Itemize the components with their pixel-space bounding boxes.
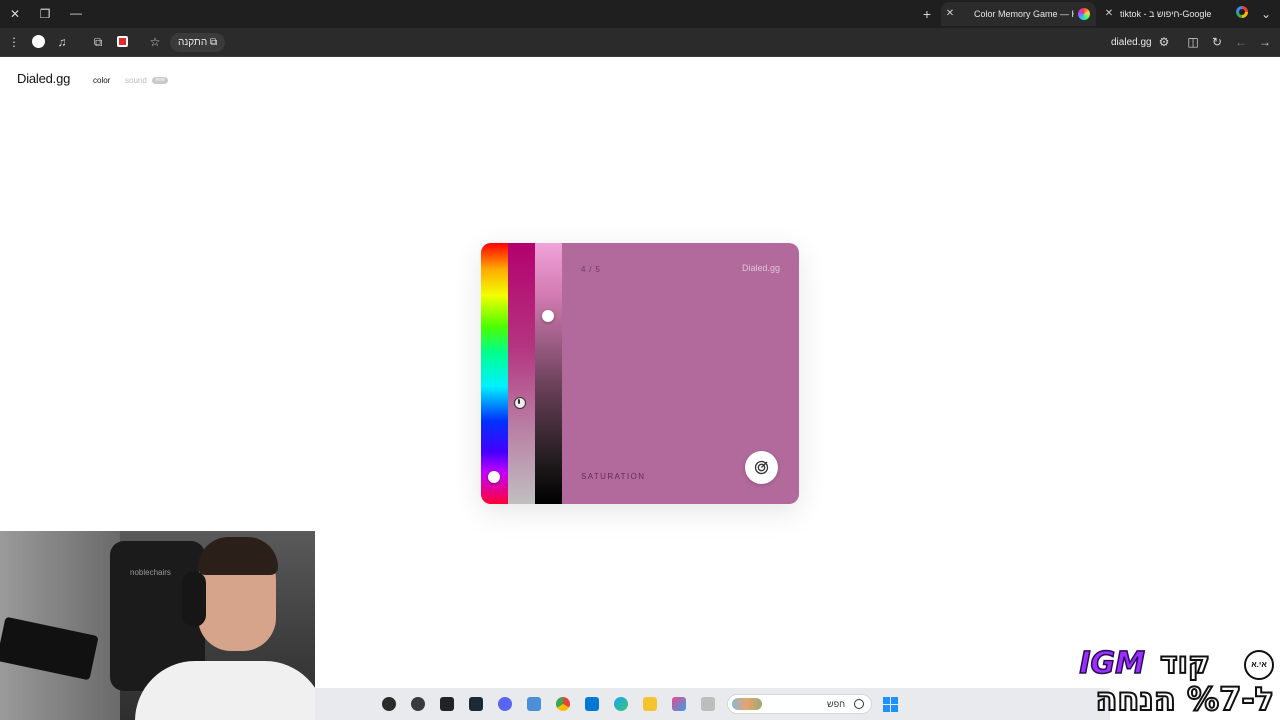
chair-brand-label: noblechairs [130, 568, 171, 577]
search-placeholder: חפש [827, 699, 845, 709]
streamer-hair [198, 537, 278, 575]
promo-logo: אי.א [1244, 650, 1274, 680]
streamer-shirt [135, 661, 315, 720]
install-label: התקנה [178, 37, 208, 48]
close-tab-icon[interactable]: ✕ [943, 2, 957, 26]
reload-icon[interactable]: ↻ [1207, 32, 1227, 52]
tab-title: tiktok - חיפוש ב-Google [1120, 9, 1212, 19]
nav-sound-link[interactable]: sound [125, 76, 147, 85]
edge-icon[interactable] [614, 697, 628, 711]
promo-code: IGM [1079, 645, 1146, 682]
restore-window-icon[interactable]: ❐ [35, 4, 55, 24]
split-view-icon[interactable]: ◫ [1183, 32, 1203, 52]
bookmark-star-icon[interactable]: ☆ [145, 32, 165, 52]
install-icon: ⧉ [209, 37, 218, 48]
profile-avatar[interactable] [32, 35, 45, 48]
browser-toolbar: ⋮ ♫ ⧉ ☆ התקנה ⧉ dialed.gg ⚙ ◫ ↻ ← → [0, 28, 1280, 57]
browser-tab-strip: ✕ ❐ — + ✕ Color Memory Game — Ho ✕ tikto… [0, 0, 1280, 28]
round-counter: 4 / 5 [581, 265, 601, 274]
nav-color-link[interactable]: color [93, 76, 110, 85]
brightness-slider[interactable] [535, 243, 562, 504]
promo-discount: ל-%7 הנחה [1094, 679, 1275, 719]
close-window-icon[interactable]: ✕ [5, 4, 25, 24]
extensions-icon[interactable]: ⧉ [88, 32, 108, 52]
windows-taskbar: חפש [315, 688, 1110, 720]
hue-slider-handle[interactable] [488, 471, 500, 483]
record-extension-icon[interactable] [117, 36, 128, 47]
windows-start-icon[interactable] [883, 697, 898, 712]
store-icon[interactable] [585, 697, 599, 711]
tab-search-chevron-icon[interactable]: ⌄ [1256, 4, 1276, 24]
minimize-window-icon[interactable]: — [66, 3, 86, 23]
close-tab-icon[interactable]: ✕ [1102, 2, 1116, 26]
back-arrow-icon[interactable]: ← [1231, 32, 1251, 52]
brightness-slider-handle[interactable] [542, 310, 554, 322]
screen: ✕ ❐ — + ✕ Color Memory Game — Ho ✕ tikto… [0, 0, 1280, 720]
hue-slider[interactable] [481, 243, 508, 504]
file-explorer-icon[interactable] [643, 697, 657, 711]
webcam-overlay: noblechairs [0, 531, 315, 720]
address-bar-url[interactable]: dialed.gg [1111, 36, 1152, 49]
chrome-icon[interactable] [556, 697, 570, 711]
search-icon [854, 699, 864, 709]
submit-guess-button[interactable] [745, 451, 778, 484]
promo-code-word: קוד [1159, 645, 1211, 682]
install-app-chip[interactable]: התקנה ⧉ [170, 33, 226, 52]
paint-icon[interactable] [672, 697, 686, 711]
parameter-label: SATURATION [581, 472, 646, 481]
discord-icon[interactable] [498, 697, 512, 711]
app-icon[interactable] [411, 697, 425, 711]
taskbar-search[interactable]: חפש [727, 694, 872, 714]
media-controls-icon[interactable]: ♫ [52, 32, 72, 52]
tab-title: Color Memory Game — Ho [974, 9, 1074, 19]
grab-cursor-icon [514, 397, 526, 409]
photos-icon[interactable] [527, 697, 541, 711]
menu-kebab-icon[interactable]: ⋮ [4, 32, 24, 52]
target-icon [754, 460, 769, 475]
card-brand-label: Dialed.gg [741, 263, 780, 273]
new-tab-icon[interactable]: + [917, 4, 937, 24]
search-highlight-icon [732, 698, 762, 710]
color-game-card: 4 / 5 Dialed.gg SATURATION [481, 243, 799, 504]
taskview-icon[interactable] [701, 697, 715, 711]
tab-color-memory-game[interactable]: ✕ Color Memory Game — Ho [941, 2, 1096, 26]
google-favicon-icon [1236, 6, 1248, 18]
saturation-slider[interactable] [508, 243, 535, 504]
dialed-favicon-icon [1078, 8, 1090, 20]
logitech-icon[interactable] [440, 697, 454, 711]
forward-arrow-icon[interactable]: → [1255, 32, 1275, 52]
site-logo[interactable]: Dialed.gg [17, 71, 70, 86]
tab-google-search[interactable]: ✕ tiktok - חיפוש ב-Google [1100, 2, 1230, 26]
steam-icon[interactable] [469, 697, 483, 711]
headphones [182, 571, 206, 627]
new-badge: new [152, 77, 168, 84]
site-settings-icon[interactable]: ⚙ [1154, 32, 1174, 52]
obs-icon[interactable] [382, 697, 396, 711]
